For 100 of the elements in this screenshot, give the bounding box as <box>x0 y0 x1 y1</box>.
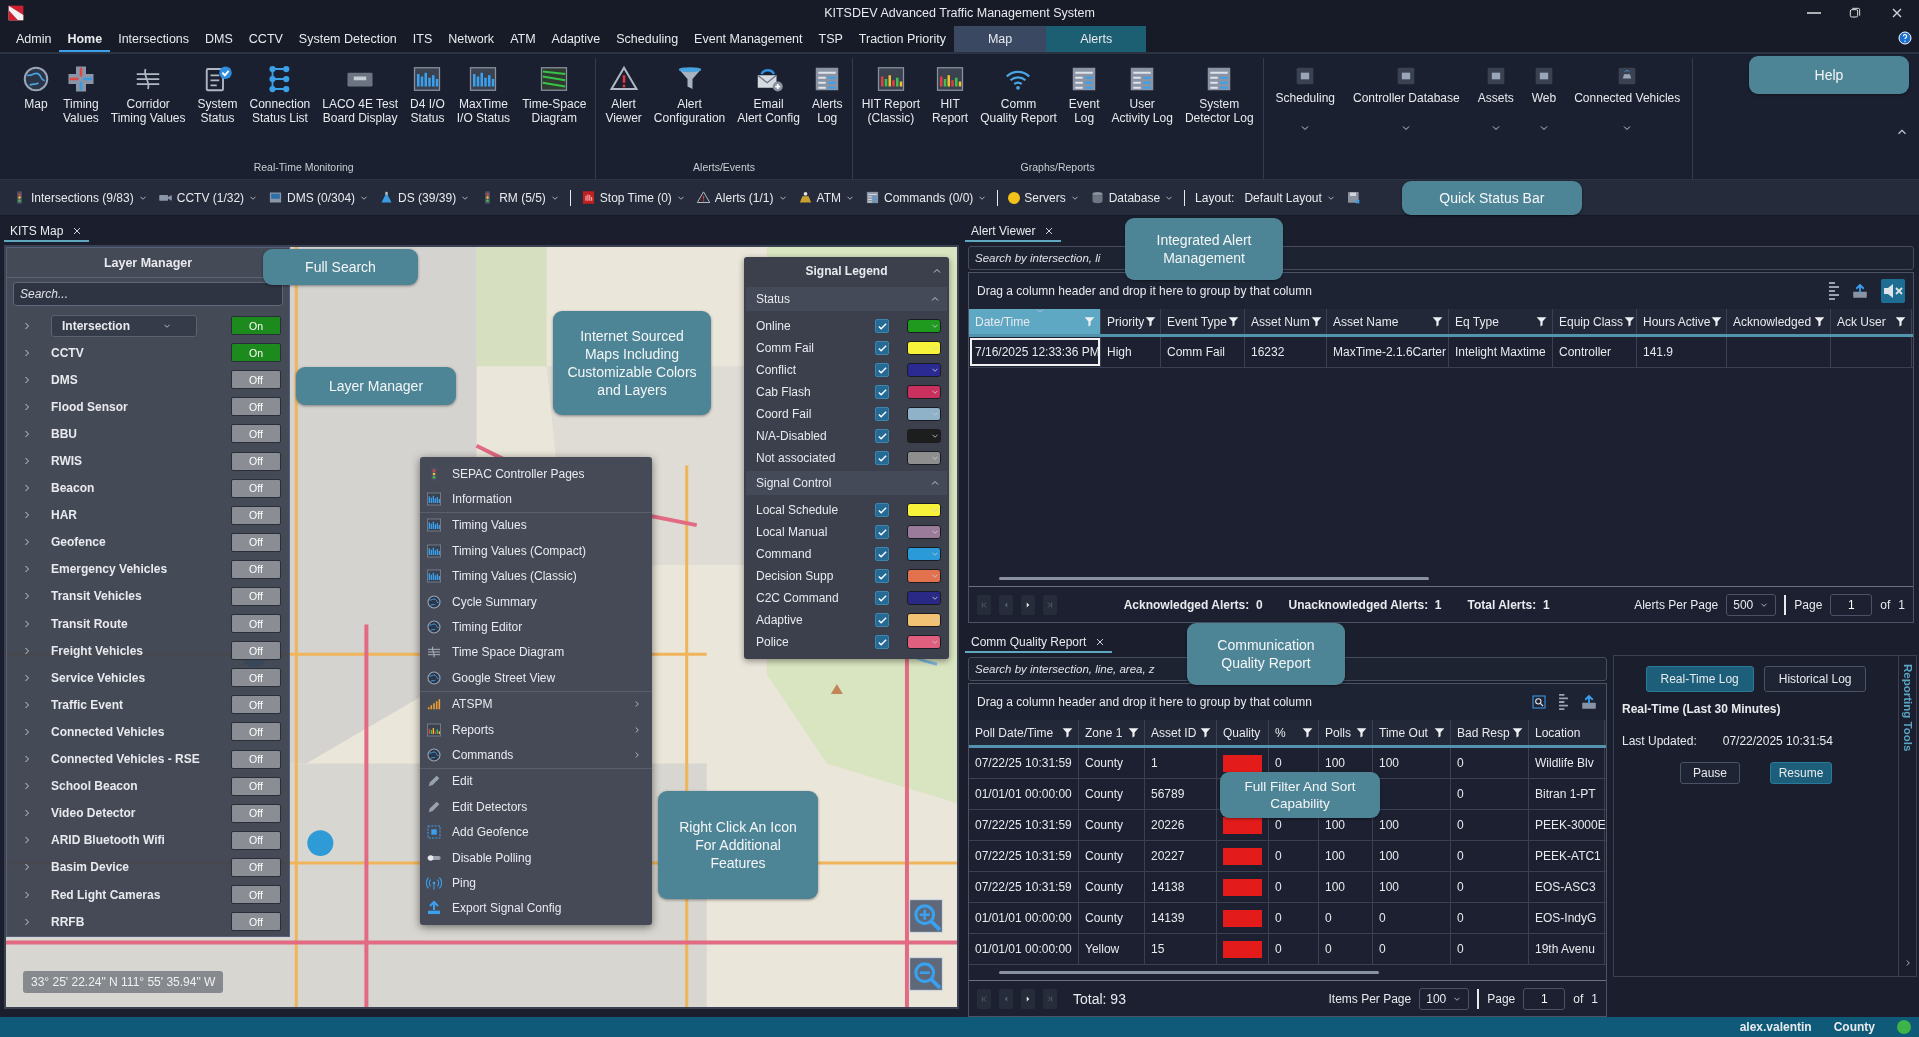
column-header[interactable]: Equip Class <box>1553 309 1637 334</box>
menu-tab[interactable]: Alerts <box>1046 26 1147 52</box>
ribbon-button[interactable]: MaxTime I/O Status <box>451 58 516 161</box>
menu-tab[interactable]: Event Management <box>686 26 811 52</box>
status-dropdown[interactable]: Alerts (1/1) <box>695 190 788 205</box>
color-dropdown[interactable] <box>907 429 941 443</box>
menu-item[interactable]: Timing Editor <box>420 614 652 640</box>
side-tab[interactable]: Reporting Tools <box>1901 664 1914 752</box>
menu-tab[interactable]: Admin <box>8 26 60 52</box>
column-header[interactable]: Event Type <box>1161 309 1245 334</box>
menu-item[interactable]: Timing Values (Compact) <box>420 538 652 564</box>
color-dropdown[interactable] <box>907 385 941 399</box>
status-dropdown[interactable]: ATM <box>797 190 855 205</box>
export-button[interactable] <box>1580 693 1598 711</box>
status-dropdown[interactable]: Database <box>1089 190 1175 205</box>
ribbon-button[interactable]: User Activity Log <box>1106 58 1178 161</box>
ribbon-button[interactable]: Time-Space Diagram <box>517 58 592 161</box>
menu-tab[interactable]: Home <box>59 26 111 52</box>
menu-item[interactable]: Google Street View <box>420 665 652 691</box>
checkbox[interactable] <box>875 385 889 399</box>
search-field[interactable]: Search... <box>13 282 283 306</box>
menu-tab[interactable]: Network <box>440 26 503 52</box>
menu-item[interactable]: Add Geofence <box>420 819 652 845</box>
menu-item[interactable]: Edit Detectors <box>420 794 652 820</box>
menu-tab[interactable]: DMS <box>197 26 241 52</box>
ribbon-dropdown[interactable]: Assets <box>1469 58 1522 161</box>
column-chooser-button[interactable] <box>1829 282 1839 300</box>
checkbox[interactable] <box>875 451 889 465</box>
ribbon-button[interactable]: Event Log <box>1063 58 1105 161</box>
log-action-button[interactable]: Pause <box>1680 762 1740 784</box>
color-dropdown[interactable] <box>907 363 941 377</box>
ribbon-button[interactable]: Alert Viewer <box>600 58 647 161</box>
status-dropdown[interactable]: Commands (0/0) <box>865 190 988 205</box>
column-header[interactable]: Ack User <box>1831 309 1912 334</box>
per-page-dropdown[interactable]: 100 <box>1419 987 1470 1010</box>
ribbon-button[interactable]: Connection Status List <box>244 58 316 161</box>
log-mode-button[interactable]: Historical Log <box>1763 666 1867 692</box>
section-header[interactable]: Status <box>746 287 947 311</box>
ribbon-button[interactable]: System Status <box>192 58 243 161</box>
layer-dropdown[interactable]: Intersection <box>51 314 197 337</box>
menu-tab[interactable]: TSP <box>810 26 851 52</box>
page-field[interactable]: 1 <box>1830 593 1873 616</box>
checkbox[interactable] <box>875 341 889 355</box>
checkbox[interactable] <box>875 319 889 333</box>
menu-tab[interactable]: ITS <box>404 26 441 52</box>
mute-button[interactable] <box>1881 279 1905 303</box>
page-field[interactable]: 1 <box>1523 987 1566 1010</box>
column-header[interactable]: Bad Resp <box>1451 720 1529 745</box>
menu-tab[interactable]: System Detection <box>290 26 405 52</box>
checkbox[interactable] <box>875 363 889 377</box>
color-dropdown[interactable] <box>907 591 941 605</box>
layer-toggle[interactable]: On <box>231 316 281 336</box>
menu-tab[interactable]: ATM <box>502 26 544 52</box>
status-dropdown[interactable]: Intersections (9/83) <box>12 190 148 205</box>
menu-item[interactable]: Timing Values <box>420 512 652 539</box>
panel-tab[interactable]: Comm Quality Report <box>965 631 1113 653</box>
color-dropdown[interactable] <box>907 525 941 539</box>
column-header[interactable]: Priority <box>1101 309 1161 334</box>
column-header[interactable]: Poll Date/Time <box>969 720 1079 745</box>
color-dropdown[interactable] <box>907 635 941 649</box>
color-dropdown[interactable] <box>907 547 941 561</box>
column-header[interactable]: Asset ID <box>1145 720 1217 745</box>
column-header[interactable]: Time Out <box>1373 720 1451 745</box>
column-header[interactable]: Asset Name <box>1327 309 1449 334</box>
layout-dropdown[interactable]: Default Layout <box>1244 190 1336 205</box>
menu-item[interactable]: Ping <box>420 870 652 896</box>
checkbox[interactable] <box>875 613 889 627</box>
ribbon-button[interactable]: Corridor Timing Values <box>105 58 191 161</box>
export-button[interactable] <box>1851 282 1869 300</box>
column-header[interactable]: Eq Type <box>1449 309 1553 334</box>
checkbox[interactable] <box>875 407 889 421</box>
color-dropdown[interactable] <box>907 569 941 583</box>
checkbox[interactable] <box>875 547 889 561</box>
menu-item[interactable]: Export Signal Config <box>420 895 652 922</box>
panel-tab[interactable]: Alert Viewer <box>965 220 1062 242</box>
column-header[interactable]: Acknowledged <box>1727 309 1831 334</box>
zoom-in-button[interactable] <box>907 897 945 935</box>
ribbon-button[interactable]: HIT Report <box>927 58 974 161</box>
color-dropdown[interactable] <box>907 451 941 465</box>
checkbox[interactable] <box>875 503 889 517</box>
menu-item[interactable]: Reports <box>420 716 652 743</box>
menu-item[interactable]: ATSPM <box>420 691 652 717</box>
column-header[interactable]: Quality <box>1217 720 1269 745</box>
section-header[interactable]: Signal Control <box>746 471 947 495</box>
ribbon-dropdown[interactable]: Web <box>1523 58 1565 161</box>
restore-button[interactable] <box>1847 5 1863 21</box>
menu-item[interactable]: Information <box>420 486 652 512</box>
column-header[interactable]: Location <box>1529 720 1605 745</box>
color-dropdown[interactable] <box>907 407 941 421</box>
ribbon-button[interactable]: Comm Quality Report <box>975 58 1062 161</box>
status-dropdown[interactable]: Servers <box>1008 190 1080 205</box>
column-chooser-button[interactable] <box>1559 694 1568 710</box>
color-dropdown[interactable] <box>907 503 941 517</box>
ribbon-button[interactable]: HIT Report (Classic) <box>856 58 926 161</box>
menu-item[interactable]: SEPAC Controller Pages <box>420 461 652 487</box>
ribbon-button[interactable]: Alert Configuration <box>648 58 731 161</box>
ribbon-dropdown[interactable]: Controller Database <box>1345 58 1468 161</box>
ribbon-button[interactable]: Alerts Log <box>806 58 848 161</box>
checkbox[interactable] <box>875 429 889 443</box>
ribbon-button[interactable]: Map <box>16 58 56 161</box>
